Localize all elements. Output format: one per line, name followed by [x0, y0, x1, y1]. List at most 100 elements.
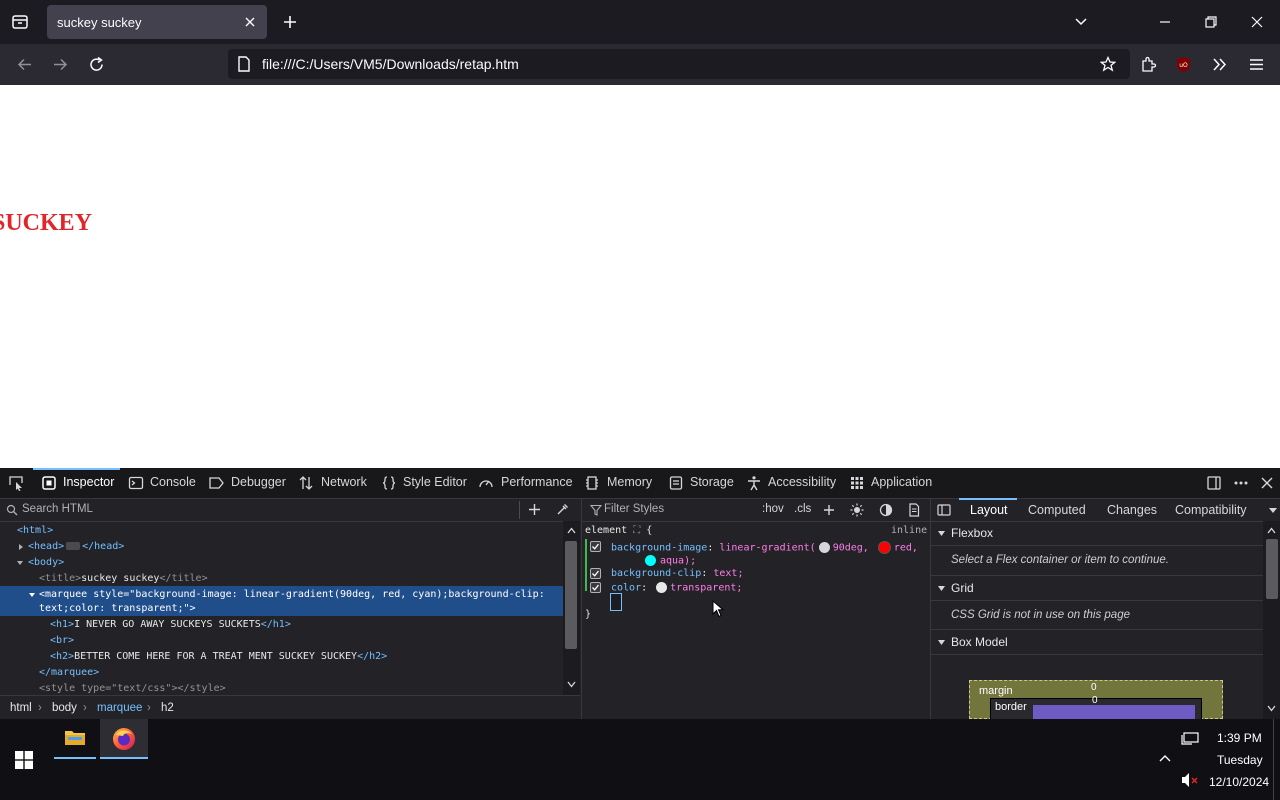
- filter-styles-input[interactable]: Filter Styles: [604, 503, 664, 515]
- more-options-icon[interactable]: [1233, 475, 1249, 491]
- scroll-thumb[interactable]: [1266, 539, 1278, 599]
- url-text[interactable]: file:///C:/Users/VM5/Downloads/retap.htm: [262, 56, 519, 72]
- add-node-icon[interactable]: [528, 503, 541, 516]
- collapse-arrow-icon[interactable]: [16, 559, 24, 567]
- html-node[interactable]: <html>: [17, 525, 53, 536]
- collapsed-ellipsis-icon[interactable]: [66, 542, 81, 550]
- collapse-arrow-icon[interactable]: [28, 591, 36, 599]
- close-window-icon[interactable]: [1250, 15, 1264, 29]
- border-top-value[interactable]: 0: [1092, 695, 1098, 706]
- style-node[interactable]: <style type="text/css"></style>: [39, 683, 226, 694]
- chevron-down-icon[interactable]: [1268, 507, 1278, 514]
- url-bar[interactable]: file:///C:/Users/VM5/Downloads/retap.htm: [228, 49, 1130, 79]
- hov-toggle[interactable]: :hov: [762, 503, 784, 515]
- eyedropper-icon[interactable]: [556, 503, 569, 516]
- list-all-tabs-icon[interactable]: [11, 13, 29, 31]
- margin-top-value[interactable]: 0: [1091, 682, 1097, 693]
- new-tab-icon[interactable]: [282, 14, 298, 30]
- windows-start-icon[interactable]: [15, 751, 33, 769]
- box-model-margin[interactable]: margin 0 border 0: [969, 680, 1223, 720]
- forward-icon[interactable]: [52, 56, 69, 73]
- browser-tab[interactable]: suckey suckey: [47, 5, 267, 39]
- reload-icon[interactable]: [88, 56, 105, 73]
- add-rule-icon[interactable]: [823, 504, 835, 516]
- firefox-app[interactable]: [100, 719, 148, 759]
- declaration-background-image[interactable]: background-image: linear-gradient(90deg,…: [611, 541, 918, 554]
- chevron-down-icon[interactable]: [1074, 15, 1088, 29]
- clock-date[interactable]: 12/10/2024: [1209, 775, 1269, 789]
- tab-accessibility[interactable]: Accessibility: [768, 475, 836, 489]
- tab-performance[interactable]: Performance: [501, 475, 573, 489]
- clock-time[interactable]: 1:39 PM: [1217, 731, 1262, 745]
- breadcrumb-body[interactable]: body: [52, 702, 77, 714]
- tab-changes[interactable]: Changes: [1107, 503, 1157, 517]
- print-media-icon[interactable]: [907, 503, 921, 517]
- overflow-menu-icon[interactable]: [1211, 56, 1228, 73]
- cls-toggle[interactable]: .cls: [794, 503, 811, 515]
- restore-icon[interactable]: [1204, 15, 1218, 29]
- tab-memory[interactable]: Memory: [607, 475, 652, 489]
- body-node[interactable]: <body>: [28, 557, 64, 568]
- tab-debugger[interactable]: Debugger: [231, 475, 286, 489]
- tab-network[interactable]: Network: [321, 475, 367, 489]
- ublock-origin-icon[interactable]: uO: [1175, 56, 1192, 73]
- scroll-up-icon[interactable]: [1267, 527, 1276, 534]
- box-model-section-header[interactable]: Box Model: [931, 629, 1263, 655]
- dock-side-icon[interactable]: [1206, 475, 1222, 491]
- layout-scrollbar[interactable]: [1263, 521, 1280, 719]
- declaration-background-clip[interactable]: background-clip: text;: [611, 568, 743, 579]
- close-devtools-icon[interactable]: [1259, 475, 1275, 491]
- tab-storage[interactable]: Storage: [690, 475, 734, 489]
- toggle-declaration-checkbox[interactable]: [590, 568, 601, 579]
- show-desktop-button[interactable]: [1273, 719, 1280, 800]
- tab-computed[interactable]: Computed: [1028, 503, 1086, 517]
- markup-scrollbar[interactable]: [563, 521, 580, 695]
- grid-section-header[interactable]: Grid: [931, 575, 1263, 601]
- angle-swatch-icon[interactable]: [818, 542, 830, 553]
- hamburger-menu-icon[interactable]: [1248, 56, 1265, 73]
- back-icon[interactable]: [16, 56, 33, 73]
- red-color-swatch-icon[interactable]: [877, 541, 891, 554]
- new-declaration-input[interactable]: [610, 593, 622, 611]
- box-model-border[interactable]: border 0: [990, 695, 1202, 720]
- breadcrumb-h2[interactable]: h2: [161, 702, 174, 714]
- br-node[interactable]: <br>: [50, 635, 74, 646]
- close-tab-icon[interactable]: [244, 16, 256, 28]
- tab-console[interactable]: Console: [150, 475, 196, 489]
- head-node[interactable]: <head> </head>: [28, 541, 124, 552]
- volume-muted-icon[interactable]: [1181, 772, 1199, 788]
- tab-inspector[interactable]: Inspector: [63, 475, 114, 489]
- breadcrumb-marquee[interactable]: marquee: [97, 702, 142, 714]
- network-status-icon[interactable]: [1181, 731, 1199, 747]
- transparent-color-swatch-icon[interactable]: [656, 582, 668, 593]
- toggle-sidebar-icon[interactable]: [937, 503, 951, 517]
- title-node[interactable]: <title>suckey suckey</title>: [39, 573, 208, 584]
- scroll-up-icon[interactable]: [567, 527, 576, 534]
- element-picker-icon[interactable]: [8, 475, 24, 491]
- tab-layout[interactable]: Layout: [970, 503, 1008, 517]
- clock-day[interactable]: Tuesday: [1217, 753, 1263, 767]
- bookmark-star-icon[interactable]: [1100, 56, 1116, 72]
- marquee-node[interactable]: <marquee style="background-image: linear…: [39, 589, 545, 600]
- breadcrumb-html[interactable]: html: [10, 702, 32, 714]
- scroll-down-icon[interactable]: [567, 681, 576, 688]
- tab-application[interactable]: Application: [871, 475, 932, 489]
- light-scheme-icon[interactable]: [850, 503, 864, 517]
- extensions-icon[interactable]: [1140, 56, 1157, 73]
- h1-node[interactable]: <h1>I NEVER GO AWAY SUCKEYS SUCKETS</h1>: [50, 619, 291, 630]
- declaration-color[interactable]: color: transparent;: [611, 582, 742, 594]
- marquee-close-node[interactable]: </marquee>: [39, 667, 99, 678]
- scroll-down-icon[interactable]: [1267, 705, 1276, 712]
- search-html-input[interactable]: Search HTML: [22, 503, 93, 515]
- aqua-color-swatch-icon[interactable]: [645, 555, 656, 566]
- tab-style-editor[interactable]: Style Editor: [403, 475, 467, 489]
- file-explorer-app[interactable]: [54, 719, 96, 759]
- expand-arrow-icon[interactable]: [17, 543, 25, 551]
- toggle-declaration-checkbox[interactable]: [590, 582, 601, 593]
- h2-node[interactable]: <h2>BETTER COME HERE FOR A TREAT MENT SU…: [50, 651, 387, 662]
- minimize-icon[interactable]: [1158, 15, 1172, 29]
- toggle-declaration-checkbox[interactable]: [590, 541, 601, 552]
- tab-compatibility[interactable]: Compatibility: [1175, 503, 1247, 517]
- flexbox-section-header[interactable]: Flexbox: [931, 521, 1263, 546]
- chevron-up-icon[interactable]: [1158, 753, 1172, 763]
